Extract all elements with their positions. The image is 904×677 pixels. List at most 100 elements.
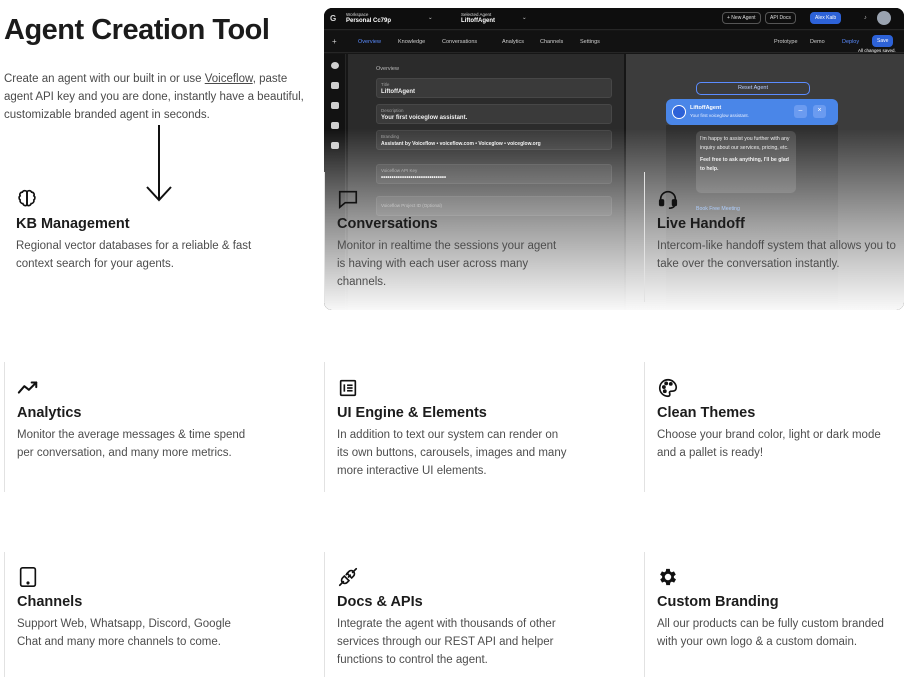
feature-title: UI Engine & Elements — [337, 405, 487, 421]
field-value: ••••••••••••••••••••••••••••••• — [381, 175, 447, 181]
feature-title: Clean Themes — [657, 405, 756, 421]
deploy-button[interactable]: Deploy — [842, 39, 859, 45]
divider — [324, 362, 325, 492]
home-icon[interactable] — [331, 62, 339, 69]
dashboard-topbar: G Workspace Personal Cc79p ⌄ Selected Ag… — [324, 8, 904, 30]
feature-docs-apis: Docs & APIs Integrate the agent with tho… — [337, 566, 597, 669]
tab-overview[interactable]: Overview — [358, 39, 381, 45]
feature-title: Custom Branding — [657, 594, 779, 610]
feature-custom-branding: Custom Branding All our products can be … — [657, 566, 892, 651]
feature-description: All our products can be fully custom bra… — [657, 618, 884, 648]
divider — [644, 172, 645, 302]
api-docs-button[interactable]: API Docs — [765, 12, 796, 24]
divider — [644, 362, 645, 492]
hero-description: Create an agent with our built in or use… — [4, 70, 304, 124]
field-label: Description — [381, 108, 404, 113]
bell-icon[interactable]: ♪ — [864, 15, 867, 21]
feature-channels: Channels Support Web, Whatsapp, Discord,… — [17, 566, 277, 651]
chat-widget-header: LiftoffAgent Your first voiceglow assist… — [666, 99, 838, 125]
feature-description: Integrate the agent with thousands of ot… — [337, 618, 556, 666]
chat-message-bubble: I'm happy to assist you further with any… — [696, 131, 796, 193]
bookmark-icon[interactable] — [331, 82, 339, 89]
branding-field[interactable]: Branding Assistant by Voiceflow • voicef… — [376, 130, 612, 150]
divider — [324, 552, 325, 677]
layout-list-icon — [339, 379, 357, 397]
divider — [4, 552, 5, 677]
title-field[interactable]: Title LiftoffAgent — [376, 78, 612, 98]
feature-ui-engine: UI Engine & Elements In addition to text… — [337, 377, 597, 480]
feature-title: Docs & APIs — [337, 594, 423, 610]
agent-label: Selected Agent — [461, 12, 492, 17]
chevron-down-icon[interactable]: ⌄ — [428, 15, 433, 21]
feature-title: KB Management — [16, 216, 130, 232]
tab-knowledge[interactable]: Knowledge — [398, 39, 425, 45]
description-field[interactable]: Description Your first voiceglow assista… — [376, 104, 612, 124]
tab-channels[interactable]: Channels — [540, 39, 563, 45]
hero-description-text: Create an agent with our built in or use — [4, 73, 205, 85]
feature-title: Analytics — [17, 405, 82, 421]
feature-analytics: Analytics Monitor the average messages &… — [17, 377, 277, 462]
workspace-label: Workspace — [346, 12, 369, 17]
workspace-name[interactable]: Personal Cc79p — [346, 18, 391, 24]
field-label: Branding — [381, 134, 400, 139]
feature-description: Regional vector databases for a reliable… — [16, 240, 252, 270]
api-key-field[interactable]: Voiceflow API Key ••••••••••••••••••••••… — [376, 164, 612, 184]
feature-kb-management: KB Management Regional vector databases … — [16, 188, 276, 273]
feature-clean-themes: Clean Themes Choose your brand color, li… — [657, 377, 892, 462]
divider — [324, 172, 325, 302]
voiceflow-link[interactable]: Voiceflow — [205, 73, 253, 85]
tab-settings[interactable]: Settings — [580, 39, 600, 45]
chevron-down-icon[interactable]: ⌄ — [522, 15, 527, 21]
feature-description: Monitor the average messages & time spen… — [17, 429, 246, 459]
feature-title: Channels — [17, 594, 83, 610]
brain-icon — [18, 189, 36, 207]
users-icon[interactable] — [331, 102, 339, 109]
chat-agent-subtitle: Your first voiceglow assistant. — [690, 113, 749, 118]
tab-analytics[interactable]: Analytics — [502, 39, 524, 45]
feature-description: Intercom-like handoff system that allows… — [657, 240, 896, 270]
chat-message-text: Feel free to ask anything, I'll be glad … — [700, 157, 789, 172]
tab-conversations[interactable]: Conversations — [442, 39, 477, 45]
avatar[interactable] — [877, 11, 891, 25]
agent-avatar — [672, 105, 686, 119]
tablet-icon — [19, 567, 37, 587]
dashboard-navbar: + Overview Knowledge Conversations Analy… — [324, 31, 904, 53]
chat-bubble-icon — [338, 190, 358, 210]
save-button[interactable]: Save — [872, 35, 894, 47]
user-menu-button[interactable]: Alex Kaib — [810, 12, 842, 24]
gear-icon — [660, 568, 676, 586]
section-title: Overview — [376, 66, 399, 72]
share-icon[interactable] — [331, 142, 339, 149]
feature-description: Support Web, Whatsapp, Discord, Google C… — [17, 618, 231, 648]
logo-icon: G — [330, 14, 337, 23]
trend-line-icon — [17, 381, 38, 394]
feature-title: Live Handoff — [657, 216, 745, 232]
minimize-icon[interactable]: – — [794, 105, 807, 118]
field-label: Title — [381, 82, 390, 87]
field-value: LiftoffAgent — [381, 89, 415, 95]
divider — [644, 552, 645, 677]
divider — [4, 362, 5, 492]
plus-icon[interactable]: + — [332, 37, 337, 46]
close-icon[interactable]: × — [813, 105, 826, 118]
demo-button[interactable]: Demo — [810, 39, 825, 45]
feature-live-handoff: Live Handoff Intercom-like handoff syste… — [657, 188, 902, 273]
page-title: Agent Creation Tool — [4, 14, 270, 46]
new-agent-button[interactable]: + New Agent — [722, 12, 761, 24]
chat-agent-name: LiftoffAgent — [690, 105, 722, 111]
palette-icon — [659, 378, 678, 398]
feature-conversations: Conversations Monitor in realtime the se… — [337, 188, 597, 291]
plug-icon — [338, 567, 358, 587]
headset-icon — [658, 190, 678, 209]
document-icon[interactable] — [331, 122, 339, 129]
reset-agent-button[interactable]: Reset Agent — [696, 82, 810, 95]
saved-status: All changes saved. — [858, 48, 896, 53]
chat-message-text: I'm happy to assist you further with any… — [700, 136, 790, 151]
field-value: Your first voiceglow assistant. — [381, 115, 468, 121]
field-label: Voiceflow API Key — [381, 168, 418, 173]
field-value: Assistant by Voiceflow • voiceflow.com •… — [381, 141, 541, 147]
prototype-button[interactable]: Prototype — [774, 39, 798, 45]
feature-title: Conversations — [337, 216, 438, 232]
agent-name[interactable]: LiftoffAgent — [461, 18, 495, 24]
feature-description: Choose your brand color, light or dark m… — [657, 429, 881, 459]
